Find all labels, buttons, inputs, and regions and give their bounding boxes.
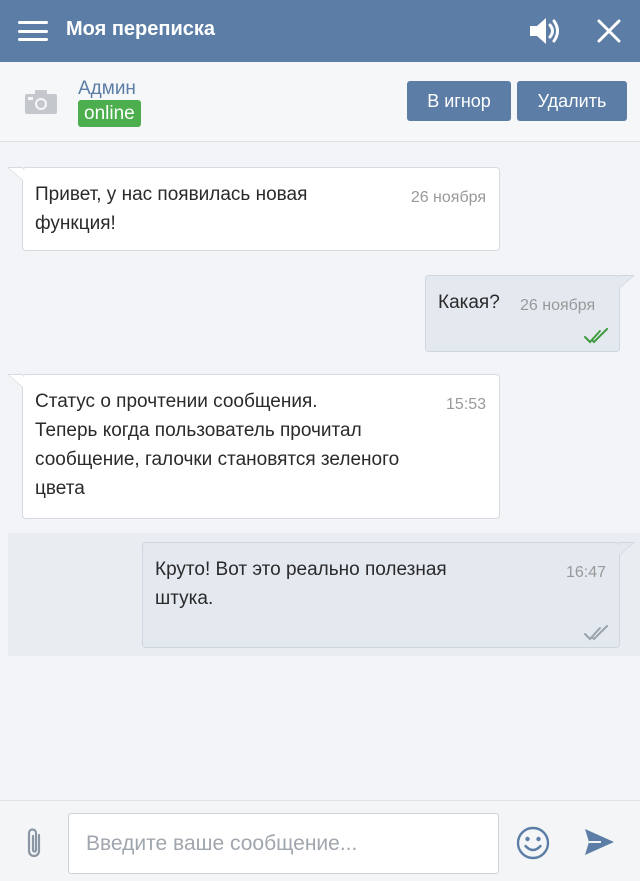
camera-icon <box>25 90 57 114</box>
paperclip-icon[interactable] <box>22 826 46 860</box>
close-icon[interactable] <box>596 18 622 44</box>
contact-bar: Админ online В игнор Удалить <box>0 62 640 142</box>
smile-icon[interactable] <box>516 826 550 860</box>
message-time: 26 ноября <box>410 189 486 206</box>
message-text: Привет, у нас появилась новая функция! <box>35 184 308 234</box>
chat-header: Моя переписка <box>0 0 640 62</box>
message-text: Статус о прочтении сообщения. Теперь ког… <box>35 391 400 499</box>
message-text: Круто! Вот это реально полезная штука. <box>155 559 447 609</box>
message-incoming: Привет, у нас появилась новая функция! 2… <box>7 167 500 251</box>
composer-bar <box>0 800 640 881</box>
message-time: 26 ноября <box>520 297 596 314</box>
ignore-button[interactable]: В игнор <box>407 81 511 121</box>
page-title: Моя переписка <box>66 18 216 40</box>
message-text: Какая? <box>438 292 500 313</box>
message-input[interactable] <box>68 813 499 874</box>
message-time: 15:53 <box>445 396 486 413</box>
message-time: 16:47 <box>565 564 606 581</box>
menu-icon[interactable] <box>18 21 48 41</box>
message-outgoing: Какая? 26 ноября <box>425 275 635 352</box>
message-outgoing: Круто! Вот это реально полезная штука. 1… <box>142 542 635 648</box>
contact-name[interactable]: Админ <box>78 78 136 100</box>
read-checkmarks-icon <box>584 328 608 344</box>
unread-checkmarks-icon <box>584 625 608 641</box>
send-icon[interactable] <box>583 827 615 857</box>
delete-button[interactable]: Удалить <box>517 81 627 121</box>
status-badge: online <box>78 100 141 127</box>
sound-icon[interactable] <box>528 16 562 46</box>
message-incoming: Статус о прочтении сообщения. Теперь ког… <box>7 374 500 519</box>
